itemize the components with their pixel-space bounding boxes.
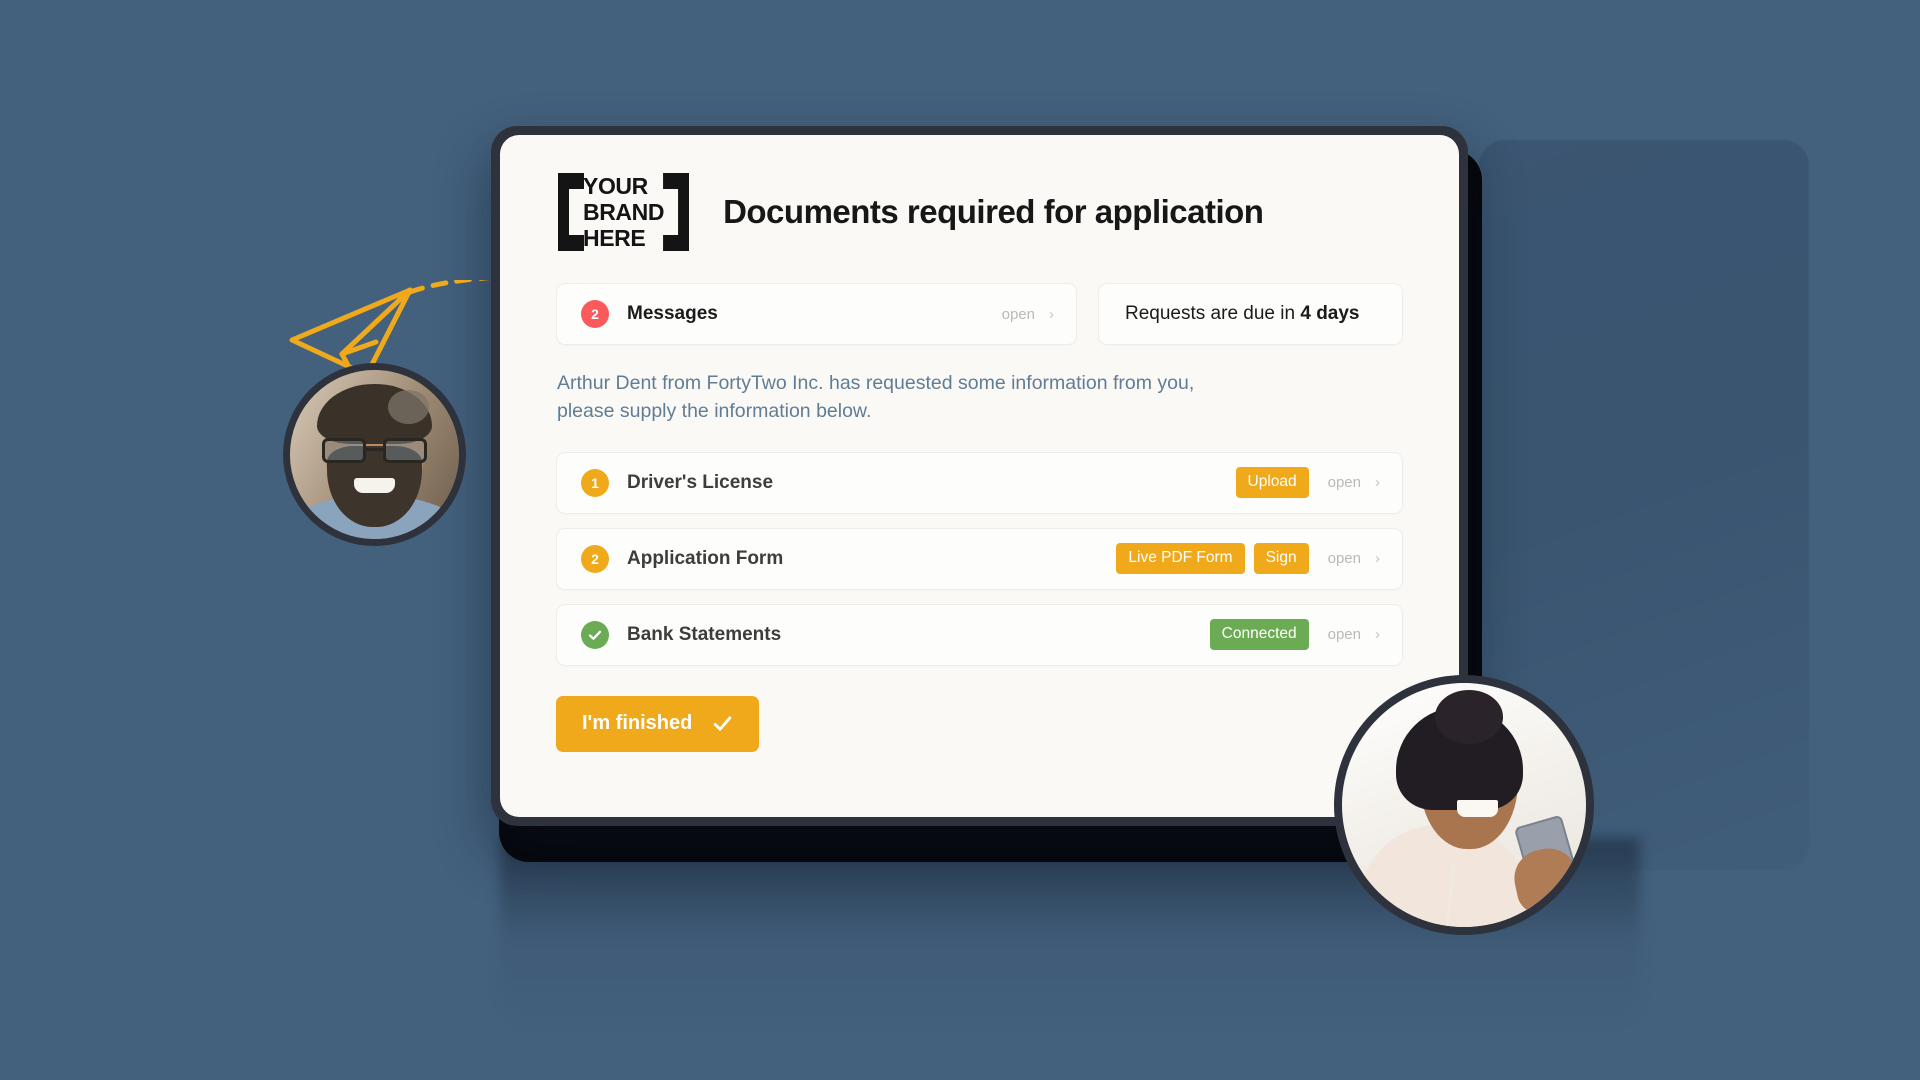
logo-text: YOUR BRAND HERE (574, 172, 673, 251)
due-prefix: Requests are due in (1125, 303, 1301, 324)
app-screen: YOUR BRAND HERE Documents required for a… (500, 135, 1459, 817)
avatar-man-image (290, 370, 459, 539)
document-name: Application Form (627, 547, 784, 569)
document-actions: Upload open › (1235, 467, 1380, 498)
messages-card[interactable]: 2 Messages open › (556, 283, 1077, 345)
document-actions: Live PDF Form Sign open › (1116, 543, 1380, 574)
document-open-link[interactable]: open › (1328, 626, 1380, 643)
due-date-text: Requests are due in 4 days (1125, 303, 1360, 325)
messages-open-link[interactable]: open › (1002, 306, 1054, 323)
avatar (1334, 675, 1594, 935)
logo-line-2: BRAND (583, 198, 665, 225)
avatar-woman-image (1342, 683, 1586, 927)
document-open-label: open (1327, 550, 1361, 568)
chevron-right-icon: › (1375, 550, 1380, 568)
document-name: Bank Statements (627, 623, 782, 645)
document-list: 1 Driver's License Upload open › 2 Appli… (556, 451, 1403, 680)
document-complete-check-icon (581, 620, 609, 649)
table-row[interactable]: 2 Application Form Live PDF Form Sign op… (556, 527, 1403, 590)
im-finished-label: I'm finished (582, 712, 693, 735)
page-title: Documents required for application (723, 193, 1264, 230)
document-step-badge: 1 (581, 468, 609, 497)
due-highlight: 4 days (1300, 303, 1360, 324)
table-row[interactable]: Bank Statements Connected open › (556, 603, 1403, 666)
app-header: YOUR BRAND HERE Documents required for a… (556, 173, 1403, 251)
due-date-card: Requests are due in 4 days (1098, 283, 1403, 345)
summary-row: 2 Messages open › Requests are due in 4 … (556, 283, 1403, 345)
im-finished-button[interactable]: I'm finished (556, 695, 760, 752)
intro-paragraph: Arthur Dent from FortyTwo Inc. has reque… (557, 372, 1195, 423)
document-open-link[interactable]: open › (1328, 474, 1380, 491)
chevron-right-icon: › (1375, 474, 1380, 492)
device-mockup: YOUR BRAND HERE Documents required for a… (491, 126, 1482, 862)
document-name: Driver's License (627, 471, 774, 493)
connected-status-badge[interactable]: Connected (1209, 619, 1309, 650)
logo-line-3: HERE (583, 224, 646, 251)
avatar (283, 363, 466, 546)
document-open-label: open (1327, 626, 1361, 644)
sign-button[interactable]: Sign (1253, 543, 1309, 574)
check-icon (713, 716, 732, 731)
document-open-link[interactable]: open › (1328, 550, 1380, 567)
messages-label: Messages (627, 303, 718, 324)
messages-count-badge: 2 (581, 300, 609, 328)
messages-open-label: open (1001, 305, 1035, 323)
chevron-right-icon: › (1375, 626, 1380, 644)
document-step-badge: 2 (581, 544, 609, 573)
upload-button[interactable]: Upload (1235, 467, 1309, 498)
document-actions: Connected open › (1209, 619, 1380, 650)
live-pdf-form-button[interactable]: Live PDF Form (1116, 543, 1245, 574)
footer-actions: I'm finished (556, 695, 1403, 752)
device-frame: YOUR BRAND HERE Documents required for a… (491, 126, 1468, 826)
your-brand-here-logo: YOUR BRAND HERE (558, 173, 689, 251)
logo-line-1: YOUR (583, 172, 648, 199)
table-row[interactable]: 1 Driver's License Upload open › (556, 451, 1403, 514)
chevron-right-icon: › (1049, 305, 1054, 323)
document-open-label: open (1327, 474, 1361, 492)
